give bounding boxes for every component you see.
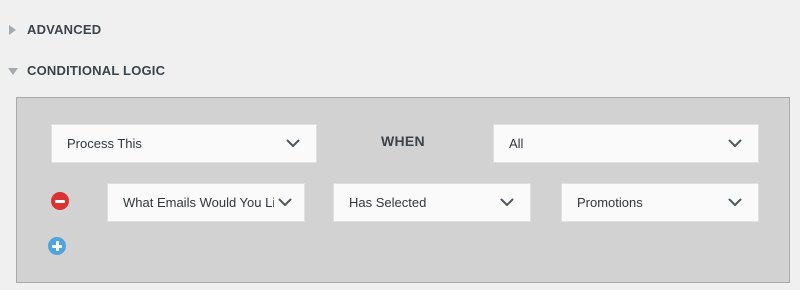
minus-circle-icon <box>55 199 65 203</box>
rule-operator-select[interactable]: Has Selected <box>333 183 531 222</box>
when-label: WHEN <box>381 133 425 149</box>
rule-field-select[interactable]: What Emails Would You Li <box>107 183 305 222</box>
section-advanced-toggle[interactable]: ADVANCED <box>8 22 101 37</box>
section-advanced-title: ADVANCED <box>27 22 102 37</box>
triangle-right-icon <box>9 24 16 35</box>
conditional-logic-panel: Process This WHEN All What Emails Would … <box>16 97 790 283</box>
chevron-down-icon <box>286 139 300 147</box>
rule-value-value: Promotions <box>577 195 643 210</box>
section-conditional-logic-title: CONDITIONAL LOGIC <box>27 63 166 78</box>
match-select[interactable]: All <box>493 124 759 163</box>
chevron-down-icon <box>278 198 292 206</box>
chevron-down-icon <box>728 139 742 147</box>
action-select-value: Process This <box>67 136 142 151</box>
triangle-down-icon <box>8 68 18 75</box>
rule-value-select[interactable]: Promotions <box>561 183 759 222</box>
chevron-down-icon <box>500 198 514 206</box>
remove-rule-button[interactable] <box>51 192 69 210</box>
chevron-down-icon <box>728 198 742 206</box>
action-select[interactable]: Process This <box>51 124 317 163</box>
section-conditional-logic-toggle[interactable]: CONDITIONAL LOGIC <box>8 63 165 78</box>
rule-field-value: What Emails Would You Li <box>123 195 274 210</box>
match-select-value: All <box>509 136 524 151</box>
add-rule-button[interactable] <box>48 237 66 255</box>
rule-operator-value: Has Selected <box>349 195 427 210</box>
